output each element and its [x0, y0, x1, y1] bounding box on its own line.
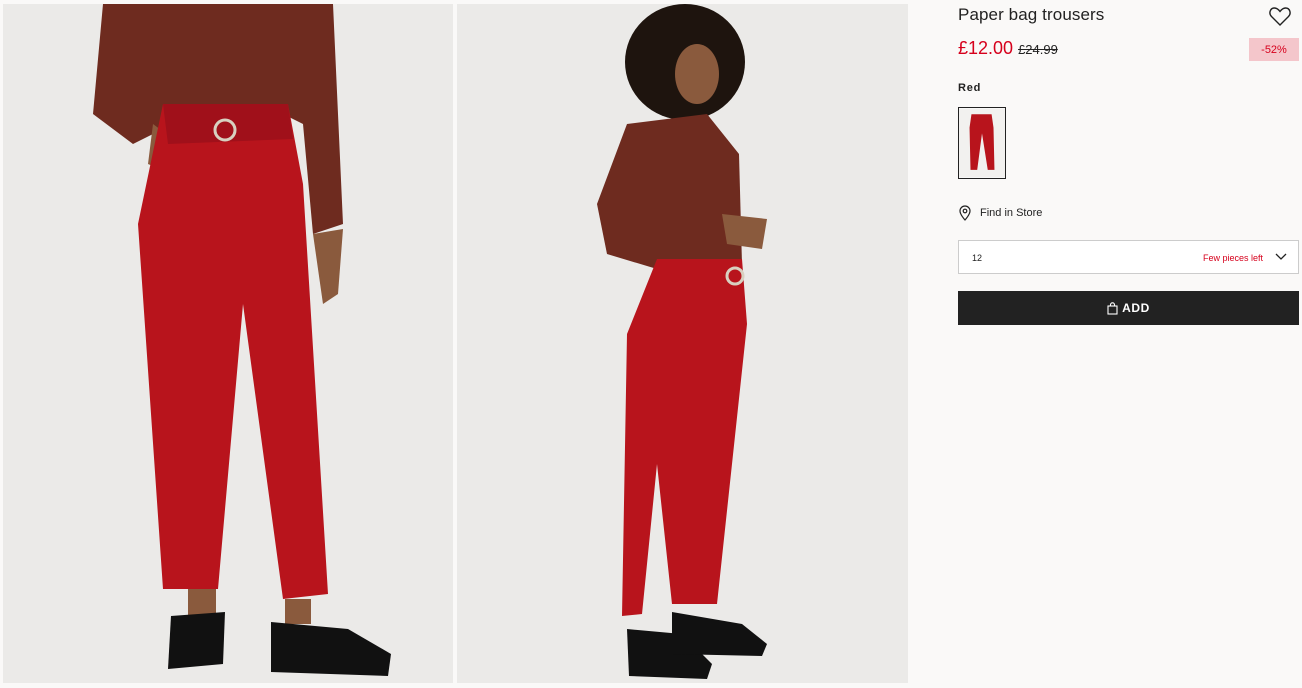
original-price: £24.99	[1018, 42, 1058, 57]
price-row: £12.00 £24.99	[958, 38, 1058, 59]
current-price: £12.00	[958, 38, 1014, 58]
size-dropdown[interactable]: 12 Few pieces left	[958, 240, 1299, 274]
product-title: Paper bag trousers	[958, 5, 1105, 24]
stock-warning: Few pieces left	[1202, 253, 1263, 263]
discount-badge: -52%	[1249, 38, 1299, 61]
color-name: Red	[958, 82, 982, 94]
find-in-store-link[interactable]: Find in Store	[958, 205, 1042, 221]
shopping-bag-icon	[1107, 301, 1118, 315]
location-pin-icon	[959, 205, 971, 221]
add-button-label: ADD	[1122, 301, 1150, 315]
model-side-illustration	[457, 4, 908, 683]
heart-outline-icon	[1269, 7, 1291, 26]
model-front-illustration	[3, 4, 453, 683]
find-in-store-label: Find in Store	[980, 207, 1043, 219]
chevron-down-icon	[1275, 253, 1287, 260]
product-image-side[interactable]	[457, 4, 908, 683]
product-image-front[interactable]	[3, 4, 453, 683]
favourite-button[interactable]	[1268, 5, 1292, 27]
color-swatch-red[interactable]	[958, 107, 1006, 179]
selected-size: 12	[972, 253, 983, 263]
add-to-bag-button[interactable]: ADD	[958, 291, 1299, 325]
trousers-thumbnail	[959, 108, 1005, 178]
